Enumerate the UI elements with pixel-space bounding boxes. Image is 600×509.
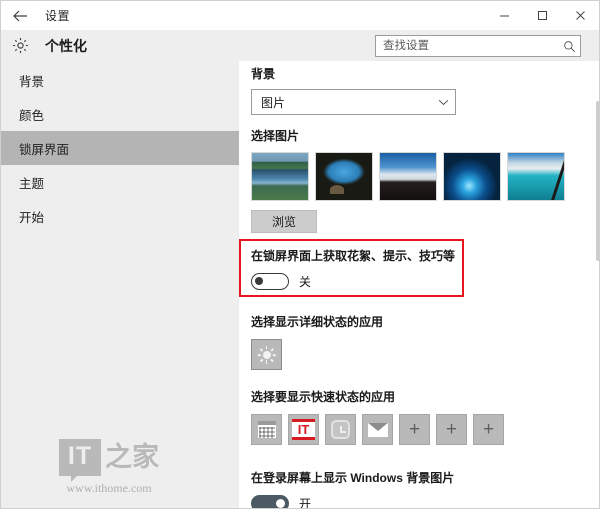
window-title: 设置 — [45, 7, 70, 24]
signin-background-label: 在登录屏幕上显示 Windows 背景图片 — [251, 469, 454, 486]
ice-cave-thumbnail[interactable] — [443, 152, 501, 201]
sidebar-item-themes[interactable]: 主题 — [1, 165, 239, 199]
signin-background-toggle[interactable] — [251, 495, 289, 509]
sun-icon — [258, 346, 276, 364]
detailed-status-section: 选择显示详细状态的应用 — [251, 313, 383, 370]
signin-background-toggle-row: 开 — [251, 495, 454, 509]
watermark-url: www.ithome.com — [29, 481, 189, 496]
sidebar: 背景 颜色 锁屏界面 主题 开始 IT 之家 www.ithome.com — [1, 61, 239, 509]
plus-icon: + — [483, 420, 494, 439]
sidebar-item-label: 锁屏界面 — [19, 139, 69, 158]
plus-icon: + — [446, 420, 457, 439]
sidebar-item-start[interactable]: 开始 — [1, 199, 239, 233]
choose-picture-section: 选择图片 浏览 — [251, 127, 565, 233]
cave-arch-thumbnail[interactable] — [315, 152, 373, 201]
search-box[interactable] — [375, 35, 581, 57]
calendar-icon — [258, 421, 276, 438]
page-title: 个性化 — [45, 36, 87, 56]
sidebar-item-label: 开始 — [19, 207, 44, 226]
lockscreen-tips-toggle[interactable] — [251, 273, 289, 290]
sidebar-item-colors[interactable]: 颜色 — [1, 97, 239, 131]
background-section: 背景 图片 — [251, 65, 456, 115]
watermark-cn-text: 之家 — [105, 444, 159, 471]
clock-icon — [331, 420, 350, 439]
signin-background-section: 在登录屏幕上显示 Windows 背景图片 开 — [251, 469, 454, 509]
add-app-tile[interactable]: + — [436, 414, 467, 445]
toggle-knob — [276, 499, 285, 508]
content-scrollbar[interactable] — [595, 61, 600, 509]
settings-content: 背景 图片 选择图片 浏览 在锁 — [239, 61, 600, 509]
sidebar-item-label: 背景 — [19, 71, 44, 90]
mountain-lake-thumbnail[interactable] — [251, 152, 309, 201]
add-app-tile[interactable]: + — [473, 414, 504, 445]
page-header: 个性化 — [1, 30, 599, 61]
calendar-app-tile[interactable] — [251, 414, 282, 445]
chevron-down-icon — [438, 99, 449, 106]
search-input[interactable] — [376, 39, 558, 53]
lockscreen-tips-label: 在锁屏界面上获取花絮、提示、技巧等 — [251, 247, 455, 264]
detailed-status-label: 选择显示详细状态的应用 — [251, 313, 383, 330]
background-type-dropdown[interactable]: 图片 — [251, 89, 456, 115]
sidebar-item-background[interactable]: 背景 — [1, 63, 239, 97]
gear-icon — [1, 30, 39, 61]
teal-water-thumbnail[interactable] — [507, 152, 565, 201]
settings-window: 设置 个性化 — [0, 0, 600, 509]
browse-button[interactable]: 浏览 — [251, 210, 317, 233]
quick-status-section: 选择要显示快速状态的应用 IT + + — [251, 388, 504, 445]
sidebar-item-label: 颜色 — [19, 105, 44, 124]
background-label: 背景 — [251, 65, 456, 82]
weather-sun-app-tile[interactable] — [251, 339, 282, 370]
sidebar-item-lock-screen[interactable]: 锁屏界面 — [1, 131, 239, 165]
watermark-logo: IT 之家 — [29, 439, 189, 476]
ithome-icon: IT — [292, 419, 315, 440]
background-type-value: 图片 — [261, 94, 438, 111]
ithome-app-tile[interactable]: IT — [288, 414, 319, 445]
sidebar-item-label: 主题 — [19, 173, 44, 192]
picture-thumbnail-list — [251, 152, 565, 201]
add-app-tile[interactable]: + — [399, 414, 430, 445]
toggle-knob — [255, 277, 263, 285]
signin-background-toggle-label: 开 — [299, 495, 311, 509]
quick-status-label: 选择要显示快速状态的应用 — [251, 388, 504, 405]
ithome-watermark: IT 之家 www.ithome.com — [29, 439, 189, 496]
watermark-it-text: IT — [59, 439, 101, 476]
mail-app-tile[interactable] — [362, 414, 393, 445]
close-button[interactable] — [561, 1, 599, 30]
scrollbar-thumb[interactable] — [596, 101, 600, 261]
minimize-button[interactable] — [485, 1, 523, 30]
rock-cloudscape-thumbnail[interactable] — [379, 152, 437, 201]
window-controls — [485, 1, 599, 30]
maximize-button[interactable] — [523, 1, 561, 30]
plus-icon: + — [409, 420, 420, 439]
quick-status-app-list: IT + + + — [251, 414, 504, 445]
back-button[interactable] — [1, 1, 39, 30]
lockscreen-tips-toggle-label: 关 — [299, 273, 311, 290]
choose-picture-label: 选择图片 — [251, 127, 565, 144]
search-icon[interactable] — [558, 36, 580, 56]
title-bar: 设置 — [1, 1, 599, 30]
lockscreen-tips-section: 在锁屏界面上获取花絮、提示、技巧等 关 — [251, 247, 455, 290]
detailed-status-app-list — [251, 339, 383, 370]
lockscreen-tips-toggle-row: 关 — [251, 273, 455, 290]
alarm-clock-app-tile[interactable] — [325, 414, 356, 445]
mail-icon — [368, 423, 388, 437]
